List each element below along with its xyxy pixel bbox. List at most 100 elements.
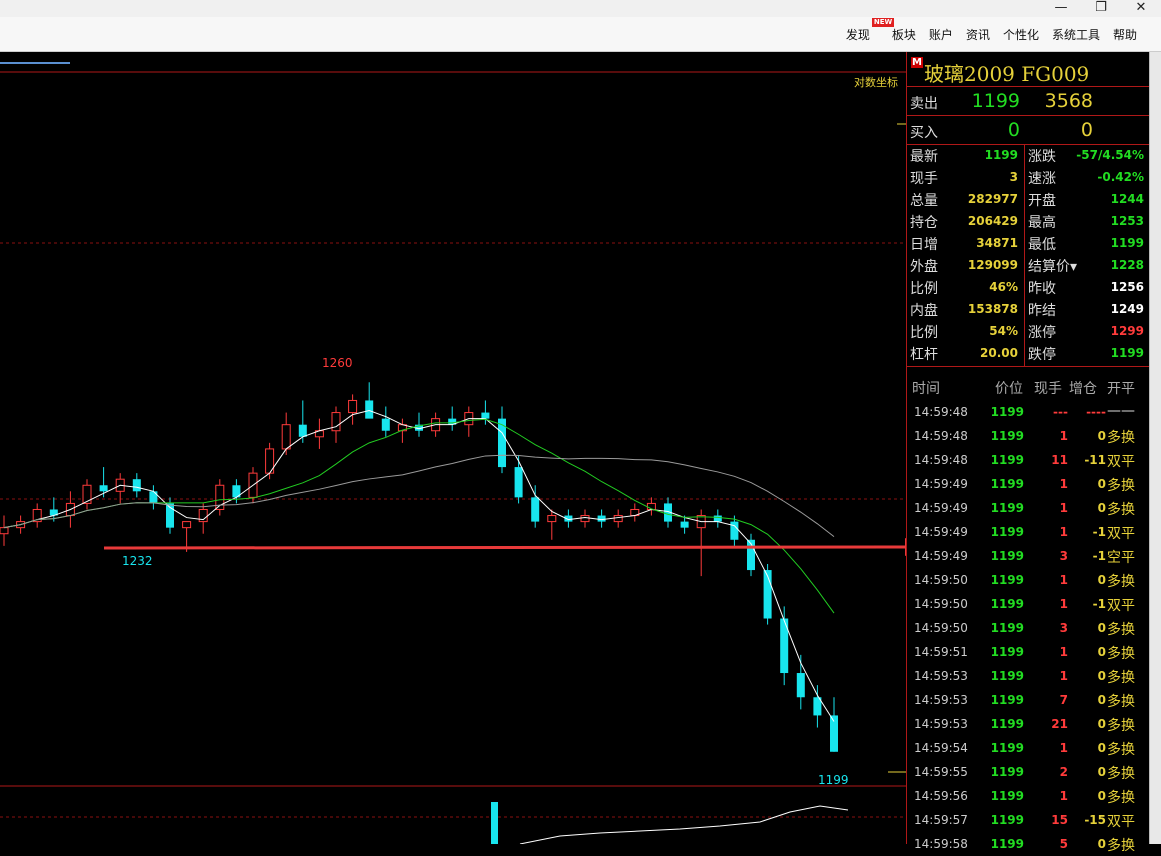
stat-label: 外盘: [910, 259, 938, 275]
col-vol: 现手: [1034, 381, 1062, 397]
tick-vol: 1: [1059, 477, 1068, 491]
tick-row[interactable]: 14:59:48 1199 11 -11 双平: [907, 448, 1150, 472]
log-axis-toggle[interactable]: 对数坐标: [854, 74, 898, 90]
restore-icon[interactable]: ❐: [1081, 0, 1121, 17]
candle-body: [481, 412, 490, 419]
stat-right-9: 跌停 1199: [1025, 342, 1150, 364]
tick-type: 多换: [1107, 742, 1135, 758]
tick-row[interactable]: 14:59:58 1199 5 0 多换: [907, 832, 1150, 856]
stat-value: 1244: [1110, 192, 1144, 206]
tick-row[interactable]: 14:59:50 1199 1 0 多换: [907, 568, 1150, 592]
stat-label: 最新: [910, 149, 938, 165]
tick-time: 14:59:55: [914, 765, 968, 779]
menu-sectors[interactable]: 板块: [892, 26, 916, 43]
tick-row[interactable]: 14:59:49 1199 1 0 多换: [907, 472, 1150, 496]
tick-oi: 0: [1097, 429, 1106, 443]
bid-row[interactable]: 买入 0 0: [907, 116, 1150, 145]
candle-body: [298, 424, 307, 437]
stat-label: 跌停: [1028, 347, 1056, 363]
new-badge: NEW: [871, 17, 895, 27]
tick-time: 14:59:53: [914, 669, 968, 683]
tick-oi: 0: [1097, 765, 1106, 779]
tick-type: ——: [1107, 403, 1135, 419]
close-icon[interactable]: ✕: [1121, 0, 1161, 17]
candlestick-chart[interactable]: 1260 1232 1199 对数坐标: [0, 52, 928, 845]
stat-left-9: 杠杆 20.00: [907, 342, 1024, 364]
tick-time: 14:59:48: [914, 429, 968, 443]
tick-type: 多换: [1107, 838, 1135, 854]
tick-row[interactable]: 14:59:49 1199 3 -1 空平: [907, 544, 1150, 568]
tick-oi: 0: [1097, 621, 1106, 635]
candle-body: [0, 527, 9, 535]
tick-row[interactable]: 14:59:48 1199 1 0 多换: [907, 424, 1150, 448]
tick-price: 1199: [990, 813, 1024, 827]
m-badge: M: [911, 57, 923, 68]
candle-body: [365, 400, 374, 419]
candle-body: [132, 479, 141, 492]
tick-row[interactable]: 14:59:57 1199 15 -15 双平: [907, 808, 1150, 832]
tick-type: 双平: [1107, 814, 1135, 830]
stat-value: 282977: [967, 192, 1018, 206]
stat-left-1: 现手 3: [907, 166, 1024, 188]
menu-discover[interactable]: 发现 NEW: [846, 17, 895, 43]
tick-price: 1199: [990, 597, 1024, 611]
support-arrow-line: [103, 545, 906, 550]
tick-row[interactable]: 14:59:55 1199 2 0 多换: [907, 760, 1150, 784]
ask-row[interactable]: 卖出 1199 3568: [907, 87, 1150, 116]
menu-system-tools[interactable]: 系统工具: [1052, 26, 1100, 43]
side-toolbar[interactable]: [1149, 52, 1161, 844]
menu-news[interactable]: 资讯: [966, 26, 990, 43]
stat-label: 内盘: [910, 303, 938, 319]
stat-right-7: 昨结 1249: [1025, 298, 1150, 320]
tick-vol: 3: [1059, 549, 1068, 563]
candle-body: [613, 515, 623, 523]
tick-oi: 0: [1097, 573, 1106, 587]
menu-account[interactable]: 账户: [929, 26, 953, 43]
candle-body: [99, 485, 108, 492]
stat-right-1: 速涨 -0.42%: [1025, 166, 1150, 188]
candle-body: [531, 497, 540, 522]
tick-row[interactable]: 14:59:50 1199 3 0 多换: [907, 616, 1150, 640]
tick-row[interactable]: 14:59:49 1199 1 0 多换: [907, 496, 1150, 520]
stat-left-2: 总量 282977: [907, 188, 1024, 210]
chart-canvas: 1260 1232 1199: [0, 71, 928, 845]
tick-type: 多换: [1107, 622, 1135, 638]
stat-left-0: 最新 1199: [907, 144, 1024, 166]
tick-vol: ---: [1053, 405, 1068, 419]
tick-row[interactable]: 14:59:53 1199 7 0 多换: [907, 688, 1150, 712]
tick-price: 1199: [990, 765, 1024, 779]
ma-mid-line: [3, 418, 835, 614]
tick-vol: 15: [1051, 813, 1068, 827]
minimize-icon[interactable]: —: [1041, 0, 1081, 17]
stat-value: 153878: [967, 302, 1018, 316]
candle-body: [730, 521, 739, 540]
tick-oi: 0: [1097, 669, 1106, 683]
stat-value: 54%: [989, 324, 1018, 338]
tick-vol: 1: [1059, 525, 1068, 539]
tick-row[interactable]: 14:59:53 1199 1 0 多换: [907, 664, 1150, 688]
tick-row[interactable]: 14:59:49 1199 1 -1 双平: [907, 520, 1150, 544]
stat-label: 涨停: [1028, 325, 1056, 341]
tick-vol: 11: [1051, 453, 1068, 467]
tick-row[interactable]: 14:59:56 1199 1 0 多换: [907, 784, 1150, 808]
open-interest-line: [519, 805, 849, 845]
window-controls: — ❐ ✕: [1041, 0, 1161, 17]
tick-vol: 3: [1059, 621, 1068, 635]
menu-help[interactable]: 帮助: [1113, 26, 1137, 43]
tick-type: 空平: [1107, 550, 1135, 566]
tick-price: 1199: [990, 669, 1024, 683]
tick-row[interactable]: 14:59:53 1199 21 0 多换: [907, 712, 1150, 736]
tick-type: 多换: [1107, 766, 1135, 782]
tick-row[interactable]: 14:59:51 1199 1 0 多换: [907, 640, 1150, 664]
low-label-left: 1232: [122, 554, 153, 568]
tick-time: 14:59:51: [914, 645, 968, 659]
tick-oi: -1: [1092, 525, 1106, 539]
menu-personalize[interactable]: 个性化: [1003, 26, 1039, 43]
tick-type: 多换: [1107, 502, 1135, 518]
tick-time: 14:59:49: [914, 477, 968, 491]
stat-right-6: 昨收 1256: [1025, 276, 1150, 298]
tick-row[interactable]: 14:59:48 1199 --- ---- ——: [907, 400, 1150, 424]
tick-row[interactable]: 14:59:54 1199 1 0 多换: [907, 736, 1150, 760]
tick-oi: -1: [1092, 549, 1106, 563]
tick-row[interactable]: 14:59:50 1199 1 -1 双平: [907, 592, 1150, 616]
